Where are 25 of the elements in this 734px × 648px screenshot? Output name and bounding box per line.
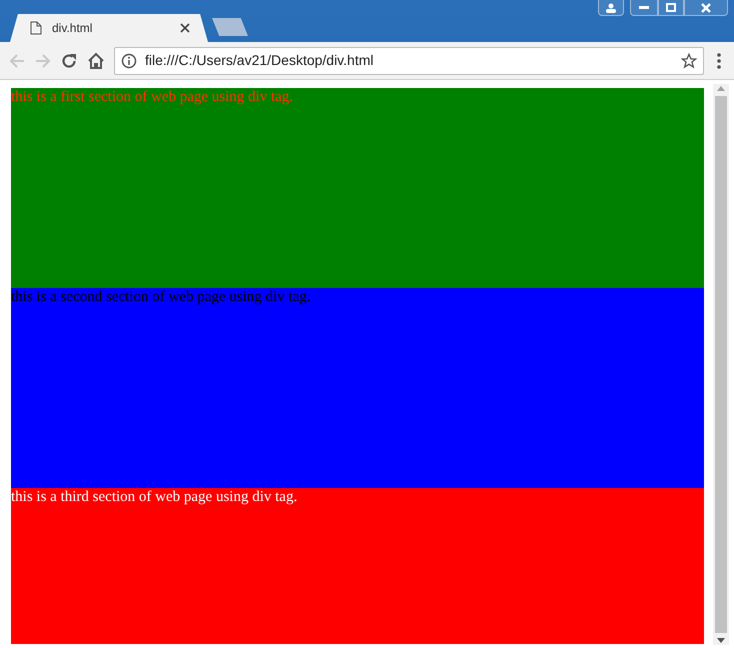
scroll-up-icon[interactable]: [716, 84, 726, 92]
star-icon[interactable]: [681, 52, 697, 68]
reload-button[interactable]: [60, 52, 78, 70]
home-button[interactable]: [86, 52, 106, 70]
close-tab-icon[interactable]: [180, 23, 190, 33]
profile-button[interactable]: [598, 0, 624, 16]
tab[interactable]: div.html: [10, 14, 208, 42]
maximize-icon: [666, 3, 676, 12]
person-icon: [605, 2, 617, 12]
section-text: this is a third section of web page using div tag.: [11, 489, 298, 505]
page-icon: [30, 21, 42, 35]
minimize-icon: [639, 6, 649, 10]
url-text: file:///C:/Users/av21/Desktop/div.html: [145, 51, 374, 70]
close-icon: [701, 2, 711, 12]
section-text: this is a first section of web page using div tag.: [11, 89, 294, 105]
scrollbar[interactable]: [713, 84, 729, 645]
info-icon: [121, 52, 137, 68]
scroll-down-icon[interactable]: [716, 637, 726, 645]
new-tab-button[interactable]: [212, 18, 248, 36]
close-button[interactable]: [684, 0, 728, 16]
section-text: this is a second section of web page using div tag.: [11, 289, 311, 305]
scroll-thumb[interactable]: [715, 96, 727, 633]
minimize-button[interactable]: [630, 0, 658, 16]
maximize-button[interactable]: [658, 0, 684, 16]
address-bar[interactable]: file:///C:/Users/av21/Desktop/div.html: [114, 46, 704, 74]
